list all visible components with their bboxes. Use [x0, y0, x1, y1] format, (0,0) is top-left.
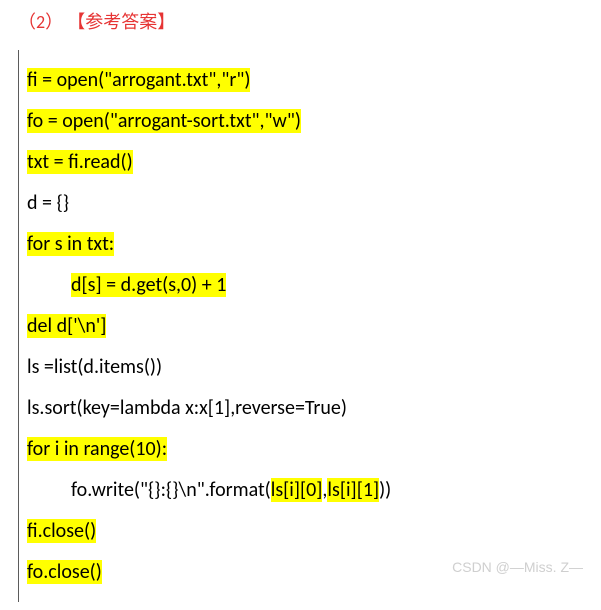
code-line: fo.write("{}:{}\n".format(ls[i][0],ls[i]… [27, 473, 575, 507]
section-header: （2） 【参考答案】 [18, 8, 583, 34]
code-segment: ls =list(d.items()) [27, 355, 162, 379]
code-line: for s in txt: [27, 227, 575, 261]
code-line: d[s] = d.get(s,0) + 1 [27, 268, 575, 302]
code-line: txt = fi.read() [27, 145, 575, 179]
code-segment: d[s] = d.get(s,0) + 1 [71, 273, 226, 297]
code-segment: fo = open("arrogant-sort.txt","w") [27, 109, 301, 133]
code-segment: )) [379, 478, 391, 502]
code-line: fi.close() [27, 514, 575, 548]
code-segment: fo.write("{}:{}\n".format( [71, 478, 271, 502]
code-segment: d = {} [27, 191, 69, 215]
watermark: CSDN @—Miss. Z— [452, 559, 583, 575]
page: （2） 【参考答案】 fi = open("arrogant.txt","r")… [0, 0, 601, 610]
code-segment: for s in txt: [27, 232, 114, 256]
code-block: fi = open("arrogant.txt","r") fo = open("… [18, 50, 583, 602]
code-line: ls.sort(key=lambda x:x[1],reverse=True) [27, 391, 575, 425]
code-line: ls =list(d.items()) [27, 350, 575, 384]
code-segment: txt = fi.read() [27, 150, 133, 174]
code-line: del d['\n'] [27, 309, 575, 343]
code-segment: ls[i][0] [271, 478, 323, 502]
code-segment: for i in range(10): [27, 437, 167, 461]
code-line: d = {} [27, 186, 575, 220]
code-line: for i in range(10): [27, 432, 575, 466]
code-segment: ls[i][1] [327, 478, 379, 502]
code-segment: fi = open("arrogant.txt","r") [27, 68, 250, 92]
code-segment: fi.close() [27, 519, 96, 543]
code-segment: fo.close() [27, 560, 102, 584]
code-segment: ls.sort(key=lambda x:x[1],reverse=True) [27, 396, 347, 420]
code-segment: del d['\n'] [27, 314, 106, 338]
code-line: fi = open("arrogant.txt","r") [27, 63, 575, 97]
code-line: fo = open("arrogant-sort.txt","w") [27, 104, 575, 138]
